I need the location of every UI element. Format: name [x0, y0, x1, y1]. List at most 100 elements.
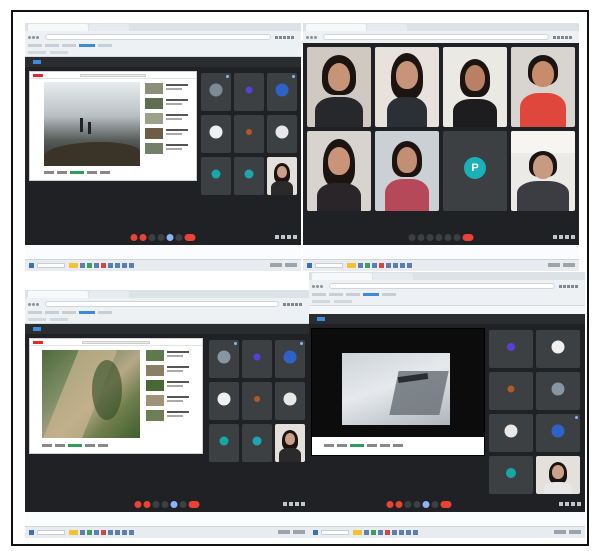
present-button[interactable]	[444, 234, 452, 241]
participant-tile[interactable]	[275, 340, 305, 378]
browser-tab[interactable]	[28, 291, 88, 298]
mic-button[interactable]	[134, 501, 142, 508]
mic-button[interactable]	[130, 234, 138, 241]
captions-button[interactable]	[152, 501, 160, 508]
participant-tile[interactable]	[489, 372, 533, 410]
camera-button[interactable]	[143, 501, 151, 508]
present-button[interactable]	[422, 501, 430, 508]
video-player[interactable]	[44, 82, 140, 166]
raise-hand-button[interactable]	[435, 234, 443, 241]
participant-video[interactable]	[536, 456, 580, 494]
browser-tab[interactable]	[89, 24, 129, 31]
participant-tile[interactable]	[536, 414, 580, 452]
present-button[interactable]	[170, 501, 178, 508]
list-item[interactable]	[146, 380, 196, 392]
list-item[interactable]	[145, 113, 193, 125]
participant-tile[interactable]	[242, 340, 272, 378]
browser-tab[interactable]	[367, 24, 407, 31]
participant-tile[interactable]	[267, 115, 297, 153]
raise-hand-button[interactable]	[161, 501, 169, 508]
participant-tile[interactable]	[489, 414, 533, 452]
address-bar[interactable]	[329, 283, 555, 289]
video-controls[interactable]	[42, 443, 202, 449]
taskbar-search[interactable]	[37, 530, 65, 535]
participant-video[interactable]	[307, 131, 371, 211]
camera-button[interactable]	[139, 234, 147, 241]
participant-tile[interactable]	[209, 340, 239, 378]
browser-tab[interactable]	[312, 273, 372, 280]
list-item[interactable]	[146, 410, 196, 422]
start-icon[interactable]	[307, 263, 312, 268]
side-panel-buttons[interactable]	[273, 235, 297, 240]
end-call-button[interactable]	[440, 501, 452, 508]
participant-tile[interactable]	[201, 73, 231, 111]
nav-buttons[interactable]	[28, 302, 43, 306]
participant-tile[interactable]	[242, 382, 272, 420]
participant-tile[interactable]	[234, 73, 264, 111]
nav-buttons[interactable]	[28, 35, 43, 39]
extension-icons[interactable]	[274, 35, 298, 39]
participant-tile[interactable]	[536, 372, 580, 410]
taskbar-apps[interactable]	[69, 263, 136, 269]
start-icon[interactable]	[29, 530, 34, 535]
list-item[interactable]	[145, 128, 193, 140]
video-player[interactable]	[342, 353, 450, 425]
taskbar-apps[interactable]	[69, 530, 136, 536]
taskbar-apps[interactable]	[353, 530, 420, 536]
participant-tile[interactable]	[489, 330, 533, 368]
list-item[interactable]	[145, 83, 193, 95]
list-item[interactable]	[145, 98, 193, 110]
end-call-button[interactable]	[188, 501, 200, 508]
extension-icons[interactable]	[552, 35, 576, 39]
mic-button[interactable]	[386, 501, 394, 508]
captions-button[interactable]	[426, 234, 434, 241]
taskbar-search[interactable]	[315, 263, 343, 268]
participant-tile[interactable]	[209, 424, 239, 462]
video-player[interactable]	[42, 350, 140, 438]
participant-tile[interactable]	[536, 330, 580, 368]
participant-video[interactable]	[511, 131, 575, 211]
camera-button[interactable]	[417, 234, 425, 241]
nav-buttons[interactable]	[312, 284, 327, 288]
more-options-button[interactable]	[431, 501, 439, 508]
list-item[interactable]	[146, 350, 196, 362]
camera-button[interactable]	[395, 501, 403, 508]
list-item[interactable]	[145, 143, 193, 155]
end-call-button[interactable]	[462, 234, 474, 241]
extension-icons[interactable]	[558, 284, 582, 288]
captions-button[interactable]	[148, 234, 156, 241]
mic-button[interactable]	[408, 234, 416, 241]
participant-video[interactable]	[375, 47, 439, 127]
browser-tab[interactable]	[89, 291, 129, 298]
address-bar[interactable]	[323, 34, 549, 40]
participant-tile[interactable]	[275, 382, 305, 420]
more-options-button[interactable]	[179, 501, 187, 508]
start-icon[interactable]	[313, 530, 318, 535]
participant-video[interactable]	[375, 131, 439, 211]
side-panel-buttons[interactable]	[557, 502, 581, 507]
more-options-button[interactable]	[175, 234, 183, 241]
participant-tile[interactable]	[201, 157, 231, 195]
taskbar-apps[interactable]	[347, 263, 414, 269]
more-options-button[interactable]	[453, 234, 461, 241]
extension-icons[interactable]	[282, 302, 306, 306]
participant-tile[interactable]	[201, 115, 231, 153]
participant-tile[interactable]: P	[443, 131, 507, 211]
browser-tab[interactable]	[306, 24, 366, 31]
participant-tile[interactable]	[489, 456, 533, 494]
nav-buttons[interactable]	[306, 35, 321, 39]
taskbar-search[interactable]	[37, 263, 65, 268]
taskbar-search[interactable]	[321, 530, 349, 535]
video-controls[interactable]	[44, 170, 196, 176]
address-bar[interactable]	[45, 301, 279, 307]
captions-button[interactable]	[404, 501, 412, 508]
participant-tile[interactable]	[267, 73, 297, 111]
start-icon[interactable]	[29, 263, 34, 268]
side-panel-buttons[interactable]	[551, 235, 575, 240]
end-call-button[interactable]	[184, 234, 196, 241]
participant-tile[interactable]	[209, 382, 239, 420]
participant-video[interactable]	[275, 424, 305, 462]
list-item[interactable]	[146, 395, 196, 407]
side-panel-buttons[interactable]	[281, 502, 305, 507]
participant-video[interactable]	[307, 47, 371, 127]
